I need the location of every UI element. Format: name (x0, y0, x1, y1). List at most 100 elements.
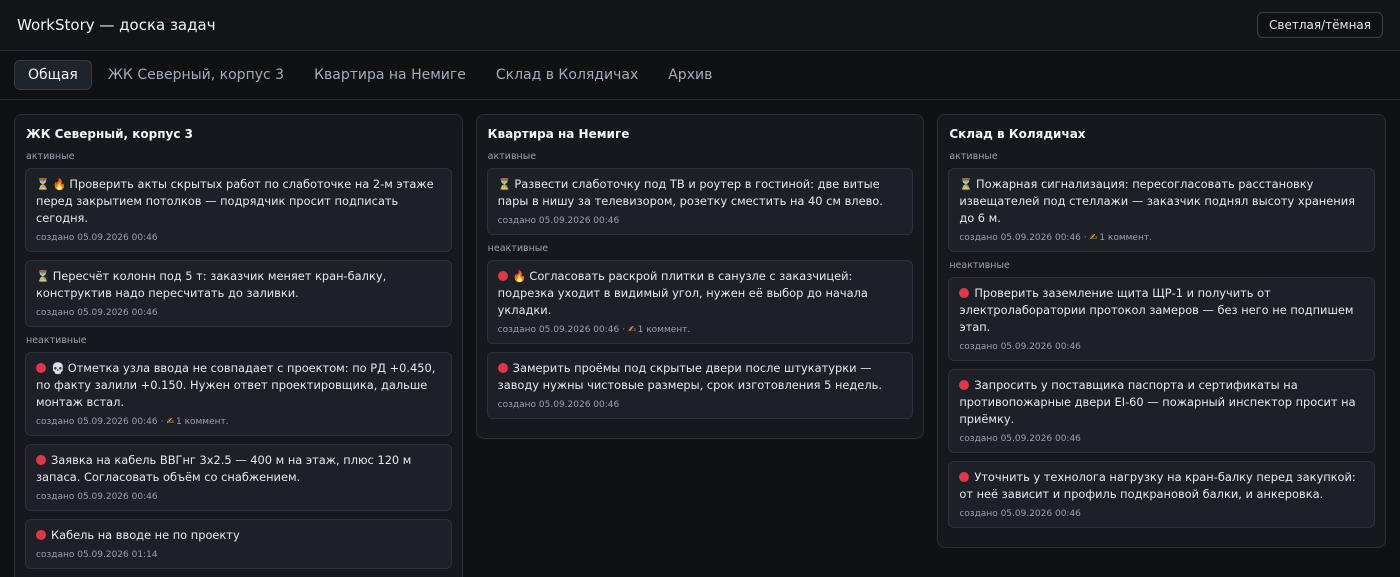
task-text: Уточнить у технолога нагрузку на кран-ба… (959, 470, 1356, 501)
hourglass-icon: ⏳ (36, 270, 50, 283)
task-meta: создано 05.09.2026 00:46 (36, 492, 441, 502)
task-card[interactable]: Уточнить у технолога нагрузку на кран-ба… (948, 461, 1376, 528)
task-meta: создано 05.09.2026 01:14 (36, 550, 441, 560)
task-board: ЖК Северный, корпус 3 активные ⏳ 🔥 Проверить… (0, 100, 1400, 577)
project-tabs: Общая ЖК Северный, корпус 3 Квартира на … (0, 51, 1400, 100)
task-text-row: Уточнить у технолога нагрузку на кран-ба… (959, 469, 1364, 503)
task-text-row: Запросить у поставщика паспорта и сертиф… (959, 377, 1364, 428)
task-text: Пересчёт колонн под 5 т: заказчик меняет… (36, 269, 387, 300)
task-text-row: Замерить проёмы под скрытые двери после … (497, 360, 903, 394)
task-meta: создано 05.09.2026 00:46 · ✍ 1 коммент. (498, 325, 903, 335)
task-card[interactable]: 🔥 Согласовать раскрой плитки в санузле с … (486, 260, 914, 344)
tab-zhk-severny[interactable]: ЖК Северный, корпус 3 (94, 60, 298, 90)
theme-toggle-button[interactable]: Светлая/тёмная (1257, 12, 1383, 38)
skull-icon: 💀 (51, 362, 65, 375)
meta-separator: · (1083, 233, 1087, 243)
task-meta: создано 05.09.2026 00:46 (959, 434, 1364, 444)
created-date: создано 05.09.2026 00:46 (959, 233, 1081, 243)
red-circle-icon (36, 455, 46, 465)
red-circle-icon (497, 363, 508, 373)
tab-archive[interactable]: Архив (654, 60, 726, 90)
fire-icon: 🔥 (512, 270, 527, 283)
created-date: создано 05.09.2026 01:14 (36, 550, 158, 560)
created-date: создано 05.09.2026 00:46 (959, 509, 1081, 519)
task-card[interactable]: ⏳ Пожарная сигнализация: пересогласовать … (948, 168, 1376, 252)
created-date: создано 05.09.2026 00:46 (36, 233, 158, 243)
red-circle-icon (36, 530, 46, 540)
fire-icon: 🔥 (52, 178, 67, 191)
tab-general[interactable]: Общая (14, 60, 92, 90)
task-text: Проверить акты скрытых работ по слаботоч… (36, 177, 434, 225)
active-section-label: активные (487, 151, 537, 162)
task-meta: создано 05.09.2026 00:46 (36, 233, 441, 243)
task-text: Пожарная сигнализация: пересогласовать р… (959, 177, 1355, 225)
task-card[interactable]: ⏳ 🔥 Проверить акты скрытых работ по слабот… (25, 168, 452, 252)
task-text: Развести слаботочку под ТВ и роутер в го… (497, 177, 883, 208)
red-circle-icon (959, 380, 970, 390)
hourglass-icon: ⏳ (497, 178, 512, 191)
task-meta: создано 05.09.2026 00:46 · ✍ 1 коммент. (959, 233, 1364, 243)
inactive-section-label: неактивные (487, 243, 549, 254)
active-section-label: активные (26, 151, 75, 162)
task-text-row: ⏳ Пересчёт колонн под 5 т: заказчик меняе… (36, 268, 441, 302)
red-circle-icon (497, 271, 508, 281)
task-text: Проверить заземление щита ЩР-1 и получит… (959, 286, 1354, 334)
task-card[interactable]: Замерить проёмы под скрытые двери после … (486, 352, 914, 419)
task-text: Отметка узла ввода не совпадает с проект… (36, 361, 436, 409)
tab-kvartira-nemiga[interactable]: Квартира на Немиге (300, 60, 480, 90)
task-card[interactable]: Заявка на кабель ВВГнг 3х2.5 — 400 м на … (25, 444, 452, 511)
task-meta: создано 05.09.2026 00:46 · ✍ 1 коммент. (36, 417, 441, 427)
task-card[interactable]: Кабель на вводе не по проекту создано 05.… (25, 519, 452, 569)
comment-count[interactable]: 1 коммент. (1099, 233, 1152, 243)
task-text-row: Заявка на кабель ВВГнг 3х2.5 — 400 м на … (36, 452, 441, 486)
comment-count[interactable]: 1 коммент. (176, 417, 229, 427)
writing-hand-icon: ✍ (1089, 233, 1098, 243)
hourglass-icon: ⏳ (959, 178, 974, 191)
task-text: Замерить проёмы под скрытые двери после … (497, 361, 882, 392)
task-text: Согласовать раскрой плитки в санузле с з… (497, 269, 868, 317)
task-meta: создано 05.09.2026 00:46 (498, 216, 903, 226)
meta-separator: · (622, 325, 626, 335)
task-meta: создано 05.09.2026 00:46 (36, 308, 441, 318)
created-date: создано 05.09.2026 00:46 (497, 400, 620, 410)
red-circle-icon (959, 288, 970, 298)
meta-separator: · (160, 417, 164, 427)
column-title: Склад в Колядичах (949, 127, 1086, 141)
task-text: Кабель на вводе не по проекту (51, 528, 240, 542)
project-column: Квартира на Немиге активные ⏳ Развести слаб… (475, 114, 925, 439)
created-date: создано 05.09.2026 00:46 (497, 216, 620, 226)
inactive-section-label: неактивные (949, 260, 1010, 271)
task-card[interactable]: Запросить у поставщика паспорта и сертиф… (948, 369, 1376, 453)
task-card[interactable]: ⏳ Пересчёт колонн под 5 т: заказчик меняе… (25, 260, 452, 327)
created-date: создано 05.09.2026 00:46 (36, 417, 158, 427)
task-meta: создано 05.09.2026 00:46 (959, 342, 1364, 352)
task-text: Запросить у поставщика паспорта и сертиф… (959, 378, 1356, 426)
task-card[interactable]: 💀 Отметка узла ввода не совпадает с проек… (25, 352, 452, 436)
app-header: WorkStory — доска задач Светлая/тёмная (0, 0, 1400, 51)
task-text-row: Проверить заземление щита ЩР-1 и получит… (959, 285, 1364, 336)
created-date: создано 05.09.2026 00:46 (959, 434, 1081, 444)
hourglass-icon: ⏳ (36, 178, 50, 191)
tab-sklad-kolyadichi[interactable]: Склад в Колядичах (482, 60, 652, 90)
task-text-row: ⏳ 🔥 Проверить акты скрытых работ по слабот… (36, 176, 441, 227)
project-column: ЖК Северный, корпус 3 активные ⏳ 🔥 Проверить… (14, 114, 463, 577)
writing-hand-icon: ✍ (628, 325, 636, 335)
column-title: Квартира на Немиге (487, 127, 630, 141)
task-meta: создано 05.09.2026 00:46 (959, 509, 1364, 519)
active-section-label: активные (949, 151, 998, 162)
task-text-row: 🔥 Согласовать раскрой плитки в санузле с … (497, 268, 903, 319)
task-meta: создано 05.09.2026 00:46 (498, 400, 903, 410)
task-card[interactable]: ⏳ Развести слаботочку под ТВ и роутер в г… (486, 168, 914, 235)
task-text-row: ⏳ Пожарная сигнализация: пересогласовать … (959, 176, 1364, 227)
task-text-row: ⏳ Развести слаботочку под ТВ и роутер в г… (498, 176, 903, 210)
created-date: создано 05.09.2026 00:46 (497, 325, 620, 335)
comment-count[interactable]: 1 коммент. (638, 325, 691, 335)
task-text-row: 💀 Отметка узла ввода не совпадает с проек… (36, 360, 441, 411)
task-card[interactable]: Проверить заземление щита ЩР-1 и получит… (948, 277, 1376, 361)
created-date: создано 05.09.2026 00:46 (959, 342, 1081, 352)
created-date: создано 05.09.2026 00:46 (36, 308, 158, 318)
created-date: создано 05.09.2026 00:46 (36, 492, 158, 502)
inactive-section-label: неактивные (26, 335, 87, 346)
app-title: WorkStory — доска задач (17, 16, 216, 34)
task-text: Заявка на кабель ВВГнг 3х2.5 — 400 м на … (36, 453, 412, 484)
